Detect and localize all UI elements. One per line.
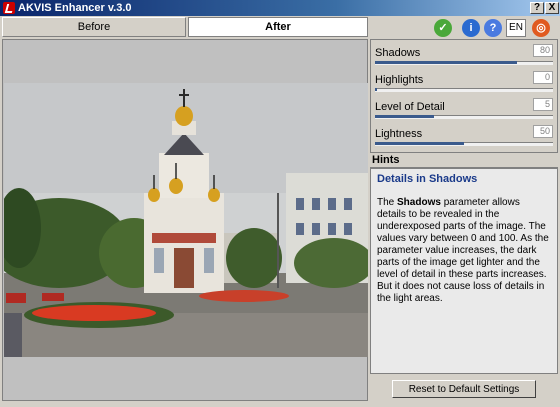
help-icon[interactable]: ? [484, 19, 502, 37]
hints-body-text: parameter allows details to be revealed … [377, 197, 549, 304]
hints-panel: Details in Shadows The Shadows parameter… [370, 168, 558, 374]
slider-fill [375, 142, 464, 145]
slider-fill [375, 115, 434, 118]
hints-body: The Shadows parameter allows details to … [377, 197, 551, 305]
param-value-field[interactable]: 80 [533, 44, 553, 57]
view-tabs: Before After [2, 17, 368, 37]
param-label: Shadows [375, 47, 421, 59]
param-value-field[interactable]: 0 [533, 71, 553, 84]
close-window-button[interactable]: X [545, 2, 559, 14]
param-value-field[interactable]: 50 [533, 125, 553, 138]
language-button[interactable]: EN [506, 19, 526, 37]
hints-header: Hints [370, 154, 558, 168]
param-slider[interactable] [375, 61, 553, 65]
title-bar: AKVIS Enhancer v.3.0 ? X [0, 0, 560, 16]
akvis-logo-icon[interactable]: ◎ [532, 19, 550, 37]
tab-before[interactable]: Before [2, 17, 186, 37]
church-photo [4, 83, 368, 357]
info-icon[interactable]: i [462, 19, 480, 37]
hints-title: Details in Shadows [377, 173, 478, 185]
hints-body-pre: The [377, 197, 398, 208]
toolbar: ✓ i ? EN ◎ [370, 17, 558, 39]
param-slider[interactable] [375, 115, 553, 119]
tab-after[interactable]: After [188, 17, 368, 37]
param-label: Level of Detail [375, 101, 445, 113]
parameters-panel: Shadows 80 Highlights 0 Level of Detail … [370, 39, 558, 153]
help-title-button[interactable]: ? [530, 2, 544, 14]
preview-image[interactable] [4, 83, 368, 357]
reset-defaults-button[interactable]: Reset to Default Settings [392, 380, 536, 398]
param-label: Highlights [375, 74, 424, 86]
param-label: Lightness [375, 128, 423, 140]
param-slider[interactable] [375, 88, 553, 92]
param-lightness: Lightness 50 [375, 124, 553, 148]
akvis-app-icon [3, 2, 15, 14]
param-slider[interactable] [375, 142, 553, 146]
param-highlights: Highlights 0 [375, 70, 553, 94]
slider-fill [375, 88, 377, 91]
param-level-of-detail: Level of Detail 5 [375, 97, 553, 121]
hints-body-bold: Shadows [397, 197, 441, 208]
param-value-field[interactable]: 5 [533, 98, 553, 111]
param-shadows: Shadows 80 [375, 43, 553, 67]
window-title: AKVIS Enhancer v.3.0 [18, 2, 132, 14]
run-checkmark-icon[interactable]: ✓ [434, 19, 452, 37]
slider-fill [375, 61, 518, 64]
